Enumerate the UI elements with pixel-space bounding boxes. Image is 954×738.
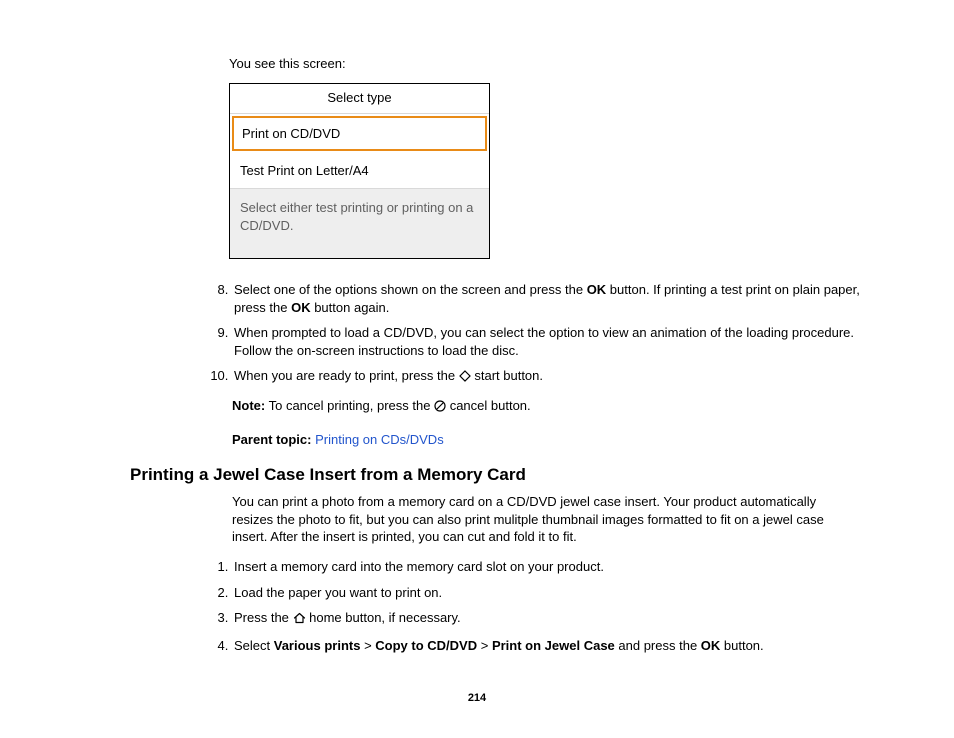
note-block: Note: To cancel printing, press the canc… — [232, 397, 860, 417]
select-type-screen: Select type Print on CD/DVD Test Print o… — [229, 83, 490, 259]
section-paragraph: You can print a photo from a memory card… — [232, 493, 860, 546]
intro-text: You see this screen: — [229, 56, 860, 71]
start-icon — [459, 369, 471, 387]
step-10: When you are ready to print, press the s… — [232, 367, 860, 387]
cancel-icon — [434, 399, 446, 417]
screen-help-text: Select either test printing or printing … — [230, 189, 489, 258]
section-heading: Printing a Jewel Case Insert from a Memo… — [130, 465, 860, 485]
step2-3: Press the home button, if necessary. — [232, 609, 860, 629]
steps-list-1: Select one of the options shown on the s… — [194, 281, 860, 387]
parent-topic-link[interactable]: Printing on CDs/DVDs — [315, 432, 444, 447]
screen-option-testprint: Test Print on Letter/A4 — [230, 153, 489, 189]
steps-list-2: Insert a memory card into the memory car… — [194, 558, 860, 654]
screen-title: Select type — [230, 84, 489, 114]
parent-topic: Parent topic: Printing on CDs/DVDs — [232, 432, 860, 447]
step-9: When prompted to load a CD/DVD, you can … — [232, 324, 860, 359]
page-number: 214 — [0, 692, 954, 704]
step2-2: Load the paper you want to print on. — [232, 584, 860, 602]
home-icon — [293, 611, 306, 629]
screen-option-cddvd: Print on CD/DVD — [232, 116, 487, 151]
step2-1: Insert a memory card into the memory car… — [232, 558, 860, 576]
step2-4: Select Various prints > Copy to CD/DVD >… — [232, 637, 860, 655]
step-8: Select one of the options shown on the s… — [232, 281, 860, 316]
